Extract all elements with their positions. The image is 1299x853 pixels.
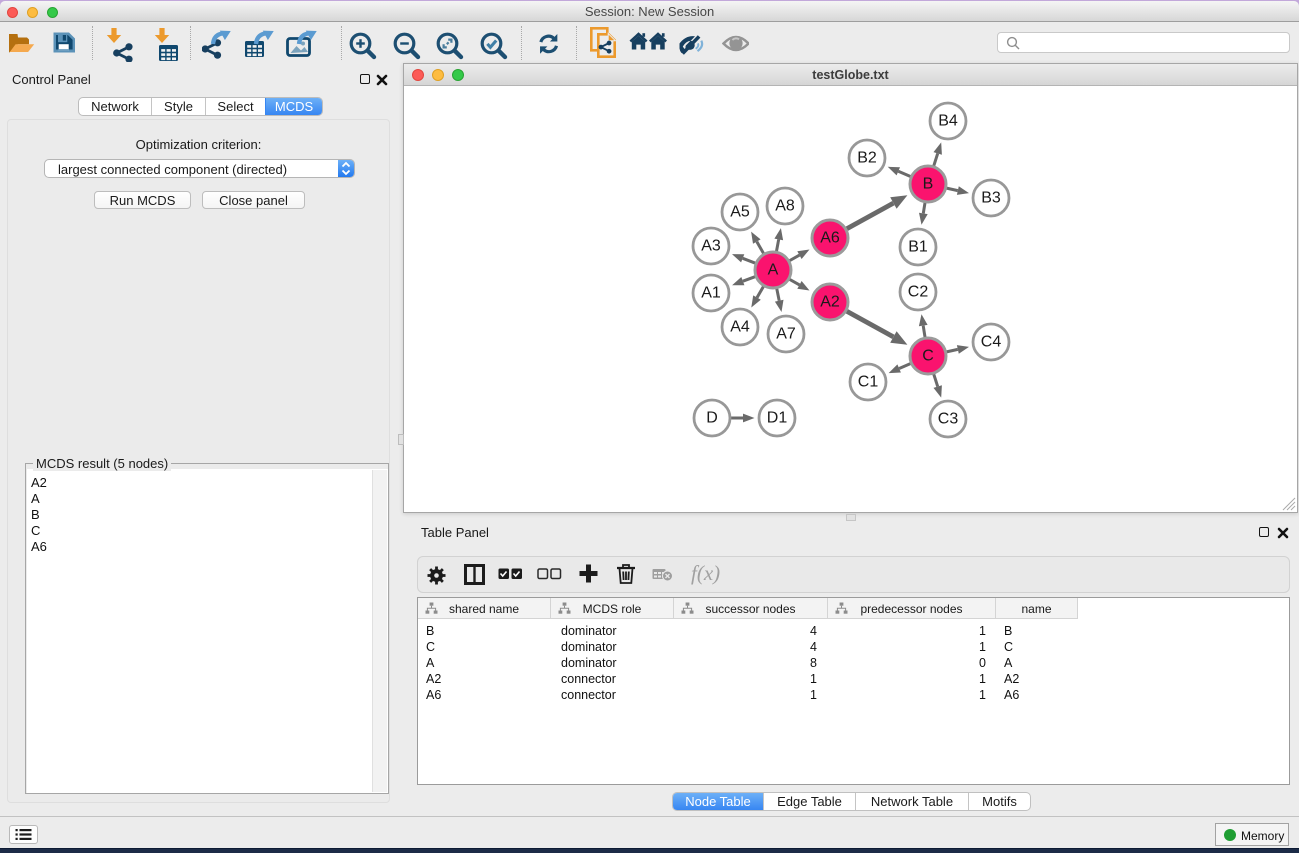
svg-text:C: C bbox=[922, 348, 934, 365]
svg-text:A: A bbox=[768, 262, 779, 279]
svg-text:C1: C1 bbox=[858, 374, 879, 391]
svg-text:A3: A3 bbox=[701, 238, 721, 255]
svg-text:A7: A7 bbox=[776, 326, 796, 343]
svg-text:A5: A5 bbox=[730, 204, 750, 221]
svg-text:D: D bbox=[706, 410, 718, 427]
svg-text:B: B bbox=[923, 176, 934, 193]
svg-text:C3: C3 bbox=[938, 411, 959, 428]
svg-text:D1: D1 bbox=[767, 410, 788, 427]
svg-text:C2: C2 bbox=[908, 284, 929, 301]
svg-text:A4: A4 bbox=[730, 319, 750, 336]
svg-text:A2: A2 bbox=[820, 294, 840, 311]
svg-text:A1: A1 bbox=[701, 285, 721, 302]
svg-text:C4: C4 bbox=[981, 334, 1002, 351]
svg-text:B3: B3 bbox=[981, 190, 1001, 207]
svg-text:A8: A8 bbox=[775, 198, 795, 215]
svg-text:B2: B2 bbox=[857, 150, 877, 167]
svg-text:B4: B4 bbox=[938, 113, 958, 130]
svg-text:A6: A6 bbox=[820, 230, 840, 247]
svg-text:B1: B1 bbox=[908, 239, 928, 256]
